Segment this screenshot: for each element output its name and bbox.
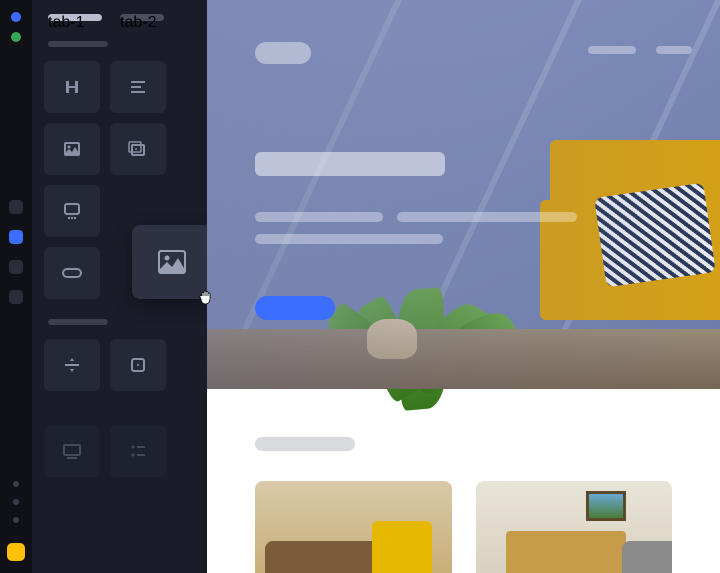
- nav-item-3[interactable]: [9, 260, 23, 274]
- divider-tool[interactable]: [44, 339, 100, 391]
- button-tool[interactable]: [44, 247, 100, 299]
- card-row: [255, 481, 672, 573]
- headline-placeholder[interactable]: [255, 152, 445, 176]
- video-icon: [61, 442, 83, 460]
- heading-icon: [62, 77, 82, 97]
- profile-button[interactable]: [7, 543, 25, 561]
- status-dot-1[interactable]: [13, 481, 19, 487]
- gallery-icon: [127, 139, 149, 159]
- nav-link-1[interactable]: [588, 46, 636, 54]
- grab-cursor-icon: [198, 288, 216, 306]
- subtext-line-2[interactable]: [255, 234, 443, 244]
- carousel-icon: [61, 201, 83, 221]
- section-title-placeholder[interactable]: [255, 437, 355, 451]
- tool-grid-3: [44, 425, 195, 477]
- status-dot-3[interactable]: [13, 517, 19, 523]
- hero-section[interactable]: [207, 0, 720, 389]
- cta-button-placeholder[interactable]: [255, 296, 335, 320]
- workspace-dot-1[interactable]: [11, 12, 21, 22]
- nav-item-1[interactable]: [9, 200, 23, 214]
- logo-placeholder[interactable]: [255, 42, 311, 64]
- spacer-tool[interactable]: [110, 339, 166, 391]
- canvas[interactable]: [207, 0, 720, 573]
- sidebar-tabs: tab-1 tab-2: [44, 14, 195, 21]
- sidebar-tab-1[interactable]: tab-1: [48, 14, 102, 21]
- card-2[interactable]: [476, 481, 673, 573]
- section-label-2: [48, 319, 108, 325]
- divider-icon: [62, 355, 82, 375]
- nav-item-4[interactable]: [9, 290, 23, 304]
- hero-overlay: [207, 0, 720, 389]
- content-section[interactable]: [207, 389, 720, 573]
- tool-grid-2: [44, 339, 195, 391]
- nav-item-2[interactable]: [9, 230, 23, 244]
- carousel-tool[interactable]: [44, 185, 100, 237]
- nav-link-2[interactable]: [656, 46, 692, 54]
- image-icon: [62, 139, 82, 159]
- align-left-icon: [128, 77, 148, 97]
- heading-tool[interactable]: [44, 61, 100, 113]
- video-tool[interactable]: [44, 425, 100, 477]
- list-icon: [128, 441, 148, 461]
- subtext-line-1a[interactable]: [255, 212, 383, 222]
- status-dot-2[interactable]: [13, 499, 19, 505]
- text-align-tool[interactable]: [110, 61, 166, 113]
- image-tool[interactable]: [44, 123, 100, 175]
- workspace-dot-2[interactable]: [11, 32, 21, 42]
- nav-rail: [0, 0, 32, 573]
- button-icon: [61, 267, 83, 279]
- section-label-1: [48, 41, 108, 47]
- list-tool[interactable]: [110, 425, 166, 477]
- subtext-line-1b[interactable]: [397, 212, 577, 222]
- image-block-icon: [156, 248, 188, 276]
- spacer-icon: [128, 355, 148, 375]
- hero-nav: [588, 46, 692, 54]
- card-1[interactable]: [255, 481, 452, 573]
- sidebar-tab-2[interactable]: tab-2: [120, 14, 164, 21]
- gallery-tool[interactable]: [110, 123, 166, 175]
